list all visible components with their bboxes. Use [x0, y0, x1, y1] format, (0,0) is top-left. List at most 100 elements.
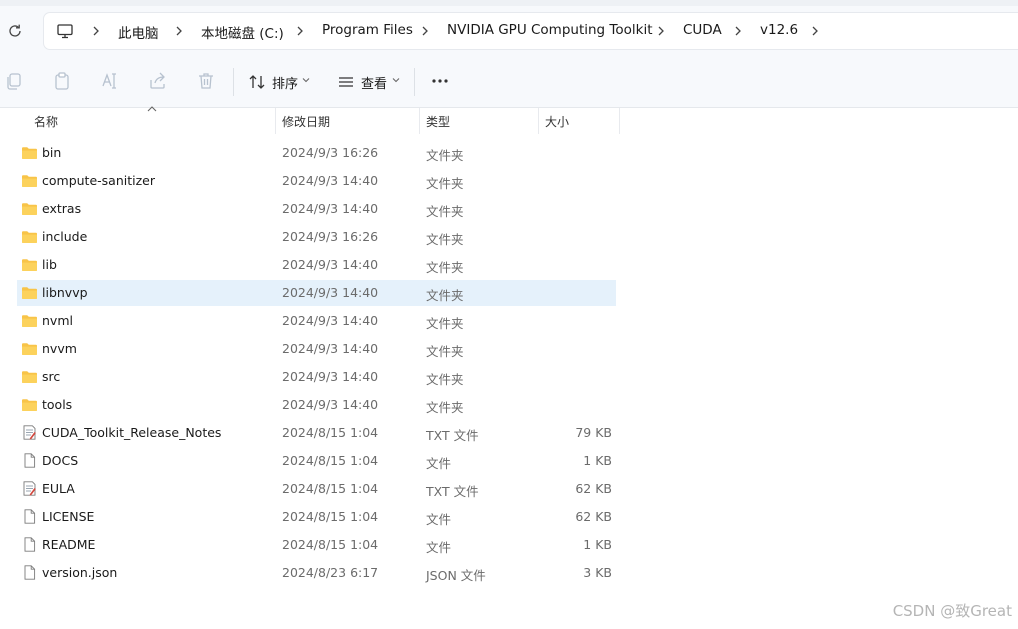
folder-row[interactable]: tools 2024/9/3 14:40 文件夹: [17, 392, 616, 418]
sort-button[interactable]: 排序: [248, 71, 312, 93]
chevron-right-icon[interactable]: [810, 24, 820, 38]
file-modified-date: 2024/9/3 14:40: [282, 397, 379, 412]
chevron-right-icon[interactable]: [91, 24, 101, 38]
file-row[interactable]: README 2024/8/15 1:04 文件 1 KB: [17, 532, 616, 558]
file-modified-date: 2024/9/3 14:40: [282, 173, 379, 188]
folder-row[interactable]: libnvvp 2024/9/3 14:40 文件夹: [17, 280, 616, 306]
chevron-right-icon[interactable]: [656, 24, 666, 38]
rename-icon[interactable]: [100, 71, 120, 91]
file-row[interactable]: EULA 2024/8/15 1:04 TXT 文件 62 KB: [17, 476, 616, 502]
file-modified-date: 2024/9/3 14:40: [282, 201, 379, 216]
delete-icon[interactable]: [196, 71, 216, 91]
breadcrumb-program-files[interactable]: Program Files: [322, 22, 413, 38]
folder-icon: [21, 397, 38, 412]
file-row[interactable]: version.json 2024/8/23 6:17 JSON 文件 3 KB: [17, 560, 616, 586]
computer-icon[interactable]: [56, 22, 74, 40]
file-size: 1 KB: [583, 453, 612, 468]
folder-row[interactable]: lib 2024/9/3 14:40 文件夹: [17, 252, 616, 278]
file-name: bin: [42, 145, 62, 160]
file-size: 1 KB: [583, 537, 612, 552]
folder-row[interactable]: include 2024/9/3 16:26 文件夹: [17, 224, 616, 250]
file-type: 文件夹: [426, 260, 464, 275]
file-size: 62 KB: [575, 481, 612, 496]
chevron-right-icon[interactable]: [295, 24, 305, 38]
file-name: src: [42, 369, 61, 384]
paste-icon[interactable]: [52, 71, 72, 91]
breadcrumb-nvidia-toolkit[interactable]: NVIDIA GPU Computing Toolkit: [447, 22, 653, 38]
folder-icon: [21, 229, 38, 244]
file-type: 文件夹: [426, 176, 464, 191]
file-icon: [21, 453, 38, 468]
folder-icon: [21, 369, 38, 384]
column-divider[interactable]: [619, 108, 620, 134]
file-size: 79 KB: [575, 425, 612, 440]
file-type: TXT 文件: [426, 428, 479, 443]
chevron-right-icon[interactable]: [420, 24, 430, 38]
file-type: TXT 文件: [426, 484, 479, 499]
sort-icon: [249, 75, 265, 89]
file-type: 文件夹: [426, 148, 464, 163]
file-modified-date: 2024/8/15 1:04: [282, 453, 379, 468]
file-row[interactable]: DOCS 2024/8/15 1:04 文件 1 KB: [17, 448, 616, 474]
column-header-type[interactable]: 类型: [426, 113, 450, 130]
folder-icon: [21, 201, 38, 216]
breadcrumb-cuda[interactable]: CUDA: [683, 22, 722, 38]
file-type: 文件: [426, 456, 452, 471]
file-icon: [21, 509, 38, 524]
column-header-row: 名称 修改日期 类型 大小: [0, 108, 1018, 134]
column-header-name[interactable]: 名称: [34, 113, 58, 130]
file-modified-date: 2024/9/3 14:40: [282, 341, 379, 356]
column-divider[interactable]: [538, 108, 539, 134]
folder-icon: [21, 145, 38, 160]
file-modified-date: 2024/9/3 16:26: [282, 229, 379, 244]
file-row[interactable]: LICENSE 2024/8/15 1:04 文件 62 KB: [17, 504, 616, 530]
column-divider[interactable]: [419, 108, 420, 134]
file-name: DOCS: [42, 453, 79, 468]
breadcrumb-v12-6[interactable]: v12.6: [760, 22, 798, 38]
more-icon[interactable]: [430, 71, 450, 91]
file-type: 文件: [426, 540, 452, 555]
view-icon: [339, 77, 353, 87]
address-bar[interactable]: 此电脑 本地磁盘 (C:) Program Files NVIDIA GPU C…: [44, 13, 1018, 49]
breadcrumb-local-disk[interactable]: 本地磁盘 (C:): [201, 22, 284, 42]
folder-icon: [21, 173, 38, 188]
text-file-icon: [21, 425, 38, 440]
folder-icon: [21, 313, 38, 328]
file-row[interactable]: CUDA_Toolkit_Release_Notes 2024/8/15 1:04…: [17, 420, 616, 446]
file-type: JSON 文件: [426, 568, 486, 583]
folder-row[interactable]: nvvm 2024/9/3 14:40 文件夹: [17, 336, 616, 362]
view-label: 查看: [361, 77, 388, 92]
chevron-right-icon[interactable]: [174, 24, 184, 38]
share-icon[interactable]: [148, 71, 168, 91]
column-divider[interactable]: [275, 108, 276, 134]
column-header-size[interactable]: 大小: [545, 113, 569, 130]
file-name: EULA: [42, 481, 75, 496]
command-bar: 排序 查看: [0, 57, 1018, 108]
file-modified-date: 2024/8/23 6:17: [282, 565, 379, 580]
column-header-modified[interactable]: 修改日期: [282, 113, 330, 130]
text-file-icon: [21, 481, 38, 496]
folder-icon: [21, 285, 38, 300]
file-type: 文件夹: [426, 316, 464, 331]
view-button[interactable]: 查看: [337, 71, 403, 93]
toolbar-divider: [233, 68, 234, 96]
folder-row[interactable]: bin 2024/9/3 16:26 文件夹: [17, 140, 616, 166]
file-size: 62 KB: [575, 509, 612, 524]
folder-row[interactable]: compute-sanitizer 2024/9/3 14:40 文件夹: [17, 168, 616, 194]
chevron-down-icon: [392, 78, 400, 83]
file-type: 文件夹: [426, 400, 464, 415]
folder-icon: [21, 257, 38, 272]
folder-row[interactable]: extras 2024/9/3 14:40 文件夹: [17, 196, 616, 222]
file-list: 名称 修改日期 类型 大小 bin 2024/9/3 16:26 文件夹 comput…: [0, 106, 1018, 629]
file-name: nvml: [42, 313, 73, 328]
copy-icon[interactable]: [4, 71, 24, 91]
file-size: 3 KB: [583, 565, 612, 580]
breadcrumb-this-pc[interactable]: 此电脑: [118, 22, 159, 42]
folder-row[interactable]: src 2024/9/3 14:40 文件夹: [17, 364, 616, 390]
folder-row[interactable]: nvml 2024/9/3 14:40 文件夹: [17, 308, 616, 334]
refresh-icon[interactable]: [6, 22, 24, 40]
file-type: 文件夹: [426, 204, 464, 219]
chevron-right-icon[interactable]: [733, 24, 743, 38]
file-name: compute-sanitizer: [42, 173, 155, 188]
file-modified-date: 2024/9/3 14:40: [282, 369, 379, 384]
